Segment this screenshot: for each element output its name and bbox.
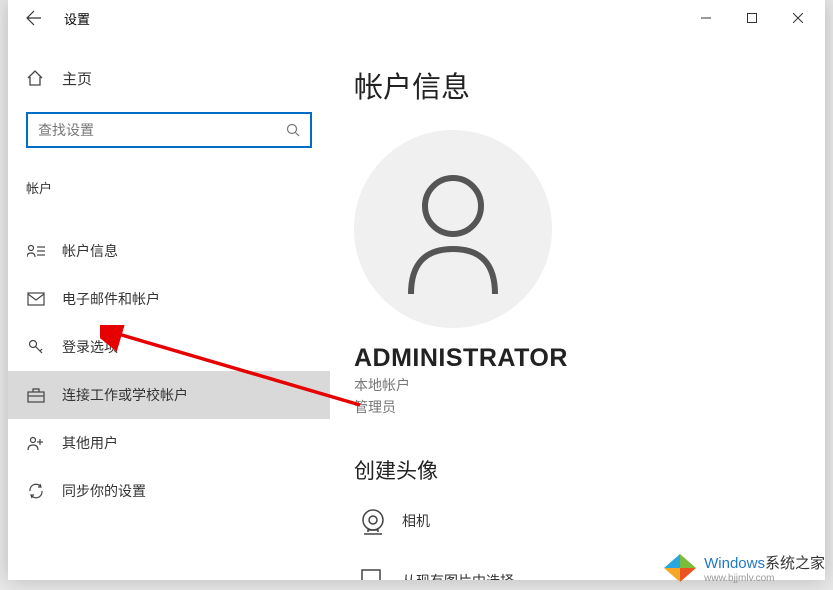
nav-label: 帐户信息 [62,241,118,261]
maximize-icon [747,13,757,23]
main-panel: 帐户信息 ADMINISTRATOR 本地帐户 管理员 创建头像 [330,36,825,580]
nav-label: 同步你的设置 [62,481,146,501]
section-label: 帐户 [8,166,330,207]
user-name: ADMINISTRATOR [354,344,801,373]
back-button[interactable] [12,0,56,36]
maximize-button[interactable] [729,2,775,34]
nav-label: 登录选项 [62,337,118,357]
nav-email-accounts[interactable]: 电子邮件和帐户 [8,275,330,323]
envelope-icon [26,292,46,306]
window-controls [683,2,821,34]
key-icon [26,338,46,356]
minimize-icon [701,13,711,23]
nav-label: 连接工作或学校帐户 [62,385,188,405]
windows-logo-icon [662,550,698,586]
close-button[interactable] [775,2,821,34]
account-info-icon [26,244,46,258]
option-label: 相机 [402,511,430,531]
content-area: 主页 帐户 [8,36,825,580]
watermark-url: www.bjjmlv.com [704,573,825,584]
sync-icon [26,482,46,500]
people-icon [26,435,46,451]
nav-sync-settings[interactable]: 同步你的设置 [8,467,330,515]
nav-list: 帐户信息 电子邮件和帐户 [8,227,330,515]
nav-work-school[interactable]: 连接工作或学校帐户 [8,371,330,419]
page-heading: 帐户信息 [354,64,801,106]
search-box[interactable] [26,112,312,148]
window-title: 设置 [64,9,90,28]
sidebar: 主页 帐户 [8,36,330,580]
search-icon [286,123,300,137]
account-type: 本地帐户 [354,375,801,395]
close-icon [793,13,803,23]
home-label: 主页 [62,68,92,89]
nav-other-users[interactable]: 其他用户 [8,419,330,467]
title-bar: 设置 [8,0,825,36]
picture-icon [354,565,392,580]
camera-option[interactable]: 相机 [354,505,801,537]
watermark-text: Windows系统之家 [704,552,825,573]
nav-label: 其他用户 [62,433,118,453]
home-icon [26,69,46,87]
nav-signin-options[interactable]: 登录选项 [8,323,330,371]
camera-icon [354,505,392,537]
settings-window: 设置 [8,0,825,580]
option-label: 从现有图片中选择 [402,571,514,580]
arrow-left-icon [26,10,42,26]
person-icon [393,164,513,294]
briefcase-icon [26,387,46,403]
search-input[interactable] [38,122,286,138]
nav-label: 电子邮件和帐户 [62,289,160,309]
watermark: Windows系统之家 www.bjjmlv.com [662,550,825,586]
avatar [354,130,552,328]
user-role: 管理员 [354,397,801,417]
minimize-button[interactable] [683,2,729,34]
nav-account-info[interactable]: 帐户信息 [8,227,330,275]
home-link[interactable]: 主页 [8,56,330,100]
create-avatar-heading: 创建头像 [354,455,801,485]
